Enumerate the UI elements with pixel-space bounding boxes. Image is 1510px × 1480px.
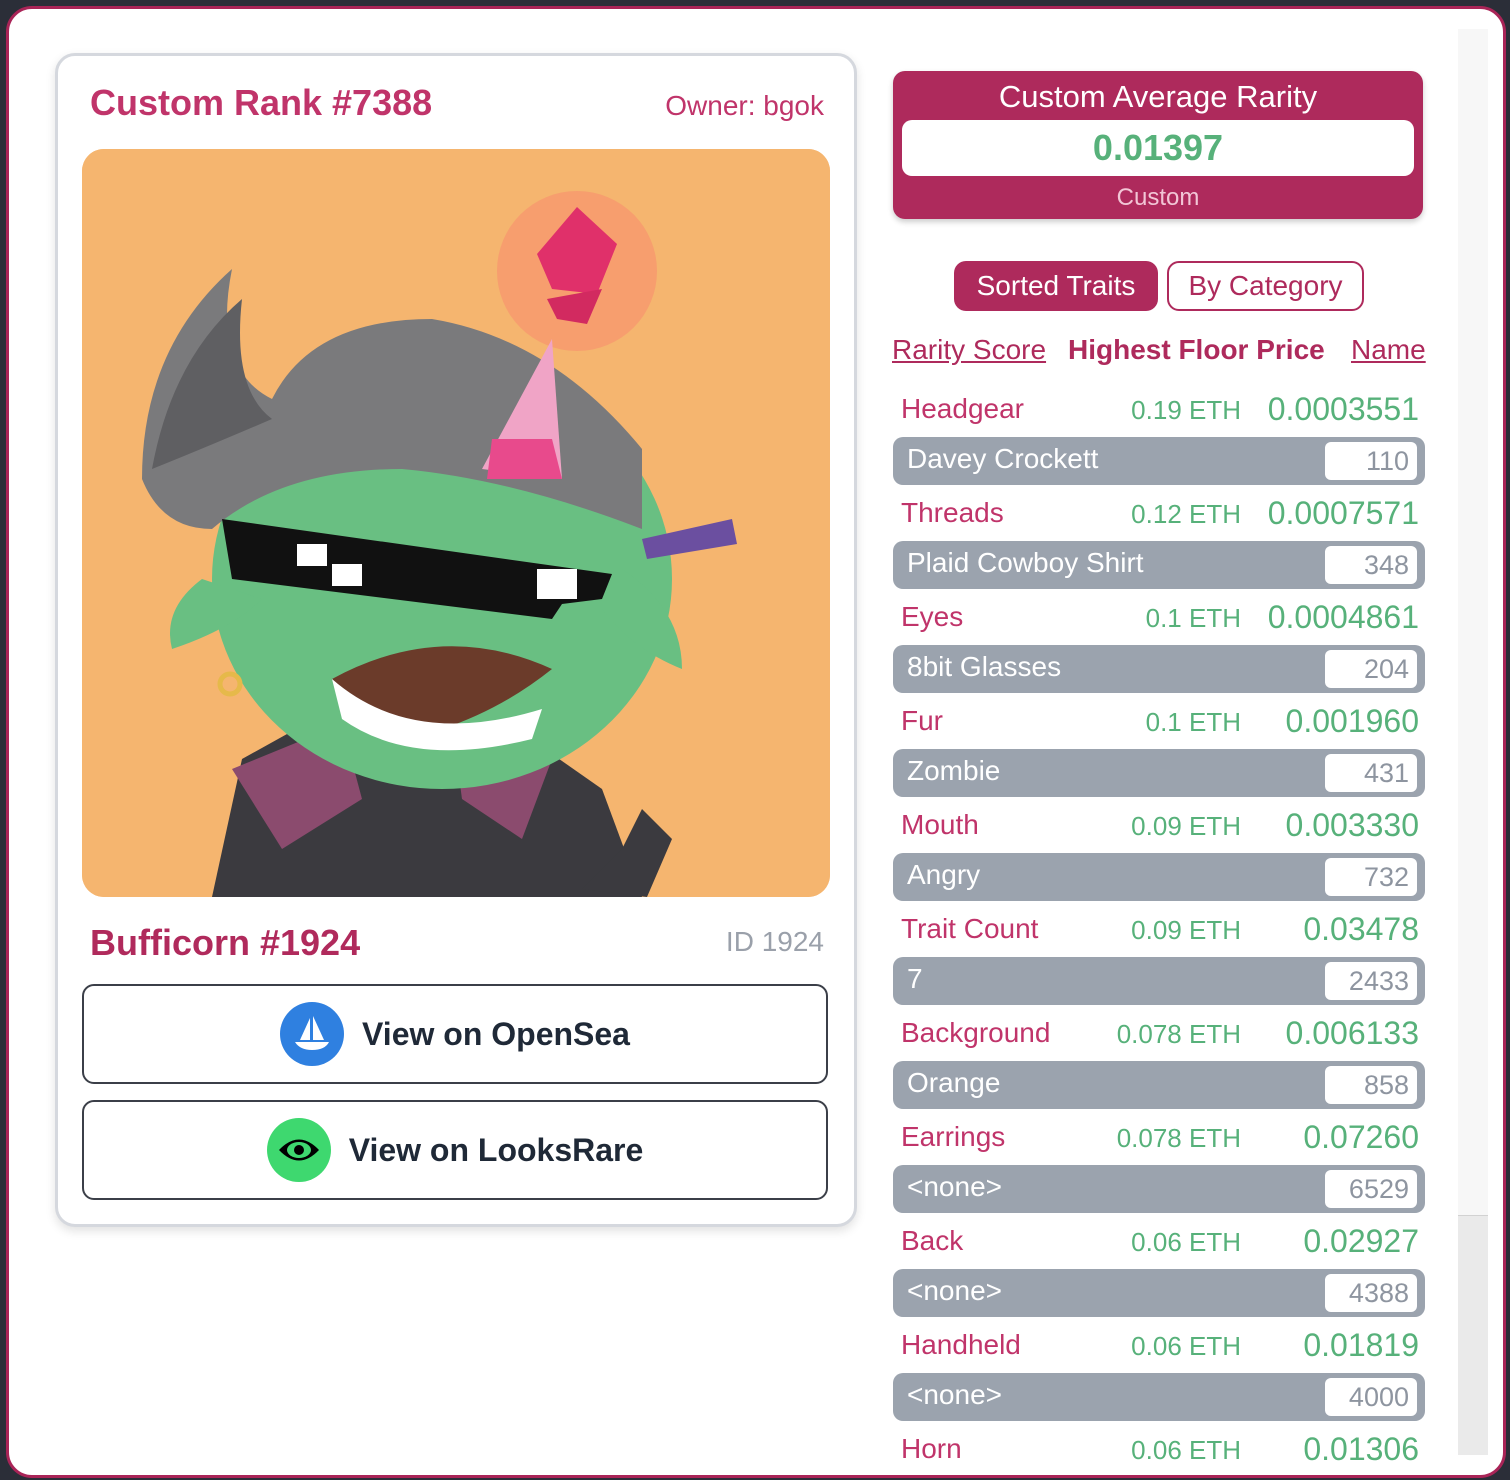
trait-value: 8bit Glasses xyxy=(907,651,1062,682)
nft-card: Custom Rank #7388 Owner: bgok Bufficorn … xyxy=(55,53,857,1227)
trait-count-badge: 4000 xyxy=(1325,1378,1417,1416)
trait-rarity-score: 0.0004861 xyxy=(1267,599,1419,635)
opensea-label: View on OpenSea xyxy=(362,1015,630,1052)
sort-by-name-link[interactable]: Name xyxy=(1351,334,1426,366)
trait-category: Handheld xyxy=(901,1329,1021,1360)
trait-category: Threads xyxy=(901,497,1004,528)
trait-value: 7 xyxy=(907,963,923,994)
trait-value: <none> xyxy=(907,1275,1002,1306)
trait-floor-price: 0.1 ETH xyxy=(1145,707,1241,737)
trait-value: Orange xyxy=(907,1067,1001,1098)
trait-rarity-score: 0.006133 xyxy=(1285,1015,1419,1051)
trait-row[interactable]: Earrings 0.078 ETH 0.07260 <none> 6529 xyxy=(893,1117,1427,1221)
trait-value: Angry xyxy=(907,859,981,890)
trait-value: <none> xyxy=(907,1379,1002,1410)
trait-category: Mouth xyxy=(901,809,979,840)
rank-title: Custom Rank #7388 xyxy=(90,82,433,123)
trait-rarity-score: 0.02927 xyxy=(1303,1223,1419,1259)
modal-window: Custom Rank #7388 Owner: bgok Bufficorn … xyxy=(6,6,1506,1478)
looksrare-label: View on LooksRare xyxy=(348,1131,644,1168)
trait-floor-price: 0.1 ETH xyxy=(1145,603,1241,633)
trait-category: Horn xyxy=(901,1433,962,1464)
trait-value-bar: Plaid Cowboy Shirt 348 xyxy=(893,541,1425,589)
trait-rarity-score: 0.001960 xyxy=(1285,703,1419,739)
owner-link[interactable]: Owner: bgok xyxy=(665,90,824,122)
trait-floor-price: 0.19 ETH xyxy=(1131,395,1241,425)
trait-row[interactable]: Threads 0.12 ETH 0.0007571 Plaid Cowboy Shi… xyxy=(893,493,1427,597)
trait-value: Davey Crockett xyxy=(907,443,1099,474)
trait-value-bar: 7 2433 xyxy=(893,957,1425,1005)
trait-list: Headgear 0.19 ETH 0.0003551 Davey Crockett 1… xyxy=(893,389,1427,1475)
trait-category: Headgear xyxy=(901,393,1024,424)
trait-value-bar: Angry 732 xyxy=(893,853,1425,901)
trait-value-bar: Orange 858 xyxy=(893,1061,1425,1109)
trait-count-badge: 732 xyxy=(1325,858,1417,896)
trait-value-bar: Davey Crockett 110 xyxy=(893,437,1425,485)
trait-value-bar: <none> 4388 xyxy=(893,1269,1425,1317)
trait-rarity-score: 0.01306 xyxy=(1303,1431,1419,1467)
trait-rarity-score: 0.01819 xyxy=(1303,1327,1419,1363)
trait-count-badge: 858 xyxy=(1325,1066,1417,1104)
sorted-traits-tab[interactable]: Sorted Traits xyxy=(954,261,1158,311)
view-on-opensea-button[interactable]: View on OpenSea xyxy=(82,984,828,1084)
looksrare-eye-icon xyxy=(266,1118,331,1182)
trait-rarity-score: 0.03478 xyxy=(1303,911,1419,947)
trait-value: Zombie xyxy=(907,755,1001,786)
trait-row[interactable]: Headgear 0.19 ETH 0.0003551 Davey Crockett 1… xyxy=(893,389,1427,493)
trait-rarity-score: 0.003330 xyxy=(1285,807,1419,843)
trait-value: Plaid Cowboy Shirt xyxy=(907,547,1144,578)
average-rarity-value: 0.01397 xyxy=(902,120,1414,176)
scrollbar-thumb[interactable] xyxy=(1458,29,1488,1216)
trait-count-badge: 110 xyxy=(1325,442,1417,480)
average-rarity-subtitle: Custom xyxy=(1116,184,1200,211)
opensea-logo-icon xyxy=(280,1002,345,1066)
trait-floor-price: 0.06 ETH xyxy=(1131,1435,1241,1465)
trait-floor-price: 0.06 ETH xyxy=(1131,1227,1241,1257)
average-rarity-title: Custom Average Rarity xyxy=(998,79,1318,114)
trait-count-badge: 6529 xyxy=(1325,1170,1417,1208)
trait-floor-price: 0.09 ETH xyxy=(1131,811,1241,841)
trait-count-badge: 4388 xyxy=(1325,1274,1417,1312)
nft-image xyxy=(82,149,830,897)
trait-floor-price: 0.078 ETH xyxy=(1116,1019,1241,1049)
trait-floor-price: 0.09 ETH xyxy=(1131,915,1241,945)
trait-value-bar: <none> 6529 xyxy=(893,1165,1425,1213)
trait-count-badge: 431 xyxy=(1325,754,1417,792)
sort-by-highest-floor-price[interactable]: Highest Floor Price xyxy=(1068,334,1325,366)
trait-value-bar: <none> 4000 xyxy=(893,1373,1425,1421)
trait-row[interactable]: Trait Count 0.09 ETH 0.03478 7 2433 xyxy=(893,909,1427,1013)
trait-value-bar: 8bit Glasses 204 xyxy=(893,645,1425,693)
trait-category: Eyes xyxy=(901,601,964,632)
sort-by-rarity-score-link[interactable]: Rarity Score xyxy=(892,334,1046,366)
trait-category: Earrings xyxy=(901,1121,1006,1152)
trait-floor-price: 0.12 ETH xyxy=(1131,499,1241,529)
trait-row[interactable]: Handheld 0.06 ETH 0.01819 <none> 4000 xyxy=(893,1325,1427,1429)
trait-row[interactable]: Fur 0.1 ETH 0.001960 Zombie 431 xyxy=(893,701,1427,805)
trait-row[interactable]: Horn 0.06 ETH 0.01306 xyxy=(893,1429,1427,1475)
trait-rarity-score: 0.0007571 xyxy=(1267,495,1419,531)
trait-rarity-score: 0.0003551 xyxy=(1267,391,1419,427)
trait-count-badge: 348 xyxy=(1325,546,1417,584)
token-id: ID 1924 xyxy=(725,926,824,957)
trait-category: Back xyxy=(901,1225,964,1256)
nft-name: Bufficorn #1924 xyxy=(90,922,361,963)
trait-value: <none> xyxy=(907,1171,1002,1202)
trait-count-badge: 2433 xyxy=(1325,962,1417,1000)
trait-category: Fur xyxy=(901,705,943,736)
trait-count-badge: 204 xyxy=(1325,650,1417,688)
trait-row[interactable]: Mouth 0.09 ETH 0.003330 Angry 732 xyxy=(893,805,1427,909)
trait-floor-price: 0.078 ETH xyxy=(1116,1123,1241,1153)
average-rarity-panel: Custom Average Rarity 0.01397 Custom xyxy=(893,71,1423,219)
trait-value-bar: Zombie 431 xyxy=(893,749,1425,797)
by-category-tab[interactable]: By Category xyxy=(1167,261,1364,311)
trait-rarity-score: 0.07260 xyxy=(1303,1119,1419,1155)
trait-row[interactable]: Background 0.078 ETH 0.006133 Orange 858 xyxy=(893,1013,1427,1117)
scrollbar[interactable] xyxy=(1458,29,1488,1455)
trait-category: Background xyxy=(901,1017,1051,1048)
trait-row[interactable]: Back 0.06 ETH 0.02927 <none> 4388 xyxy=(893,1221,1427,1325)
trait-floor-price: 0.06 ETH xyxy=(1131,1331,1241,1361)
view-on-looksrare-button[interactable]: View on LooksRare xyxy=(82,1100,828,1200)
trait-row[interactable]: Eyes 0.1 ETH 0.0004861 8bit Glasses 204 xyxy=(893,597,1427,701)
trait-category: Trait Count xyxy=(901,913,1039,944)
